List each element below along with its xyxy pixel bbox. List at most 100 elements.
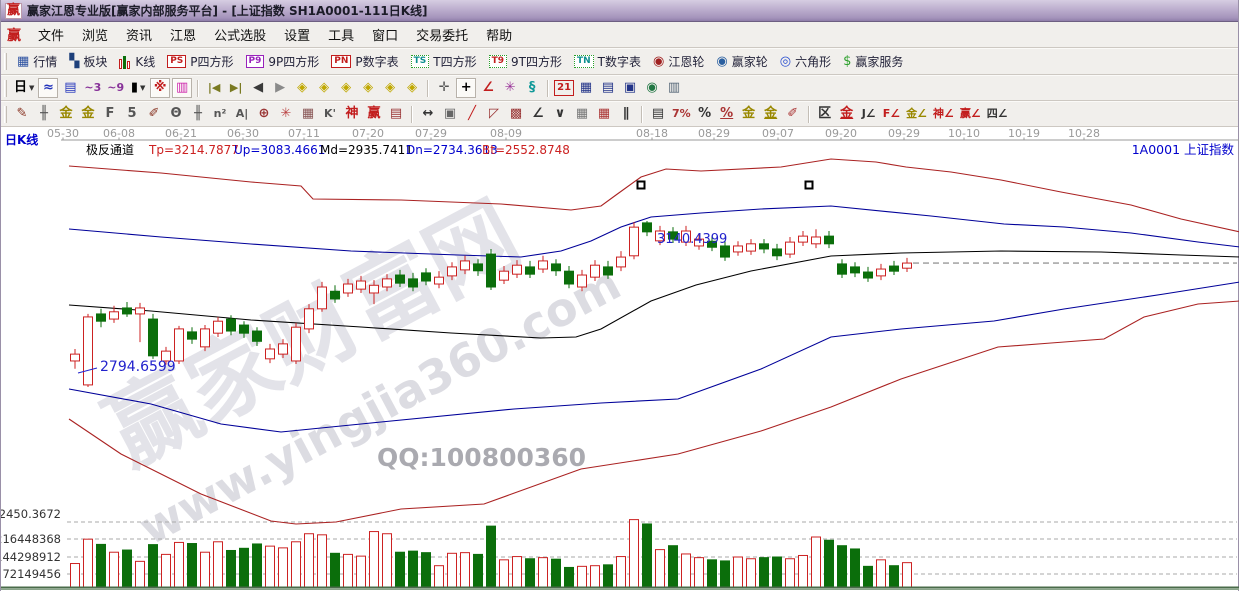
gold-red-tool[interactable]: 金 <box>837 104 857 124</box>
candle-style-button[interactable]: ▮▼ <box>128 78 148 98</box>
web-box-tool[interactable]: ▩ <box>506 104 526 124</box>
gold-angle-tool[interactable]: 金∠ <box>904 104 929 124</box>
kline-button[interactable]: K线 <box>114 52 160 71</box>
fan-box-tool[interactable]: ◸ <box>484 104 504 124</box>
hexagon-button[interactable]: ◎六角形 <box>775 52 836 71</box>
network-button[interactable]: ◉ <box>642 78 662 98</box>
info-panel-button[interactable]: ▤ <box>60 78 80 98</box>
qu-angle-tool[interactable]: 区 <box>815 104 835 124</box>
9p-square-button[interactable]: P99P四方形 <box>241 52 325 71</box>
zoom-in-button[interactable]: ◈ <box>314 78 334 98</box>
angle-measure-button[interactable]: ∠ <box>478 78 498 98</box>
expand-all-button[interactable]: ◈ <box>380 78 400 98</box>
hand-pan-button[interactable]: ✛ <box>434 78 454 98</box>
save-button[interactable]: ▣ <box>620 78 640 98</box>
menu-view[interactable]: 浏览 <box>73 22 117 47</box>
menu-tools[interactable]: 工具 <box>319 22 363 47</box>
compass-tool[interactable]: ⊕ <box>254 104 274 124</box>
f-angle-tool[interactable]: F∠ <box>881 104 902 124</box>
percent-table-tool[interactable]: ▤ <box>648 104 668 124</box>
time-cycle-tool[interactable]: Θ <box>166 104 186 124</box>
first-bar-button[interactable]: |◀ <box>204 78 224 98</box>
sectors-button[interactable]: ▚板块 <box>64 52 112 71</box>
wave-9-button[interactable]: ~9 <box>105 78 126 98</box>
volume-bar <box>708 560 717 587</box>
k-note-tool[interactable]: K' <box>320 104 340 124</box>
volume-bar <box>669 546 678 587</box>
workstation-button[interactable]: ▥ <box>664 78 684 98</box>
zigzag-pattern-button[interactable]: ≈ <box>38 78 58 98</box>
p-square-button[interactable]: PSP四方形 <box>162 52 238 71</box>
width-measure-tool[interactable]: ↔ <box>418 104 438 124</box>
kline-chart[interactable]: 赢家财富网www.yingjia360.com2450.367221644836… <box>1 127 1239 590</box>
notes-button[interactable]: ▤ <box>598 78 618 98</box>
shen-angle-tool[interactable]: 神∠ <box>931 104 956 124</box>
wave-3-button[interactable]: ~3 <box>82 78 103 98</box>
si-angle-tool[interactable]: 四∠ <box>985 104 1010 124</box>
percent-underline-tool[interactable]: % <box>717 104 737 124</box>
zoom-out-button[interactable]: ◈ <box>292 78 312 98</box>
percent-line-tool[interactable]: 7% <box>670 104 693 124</box>
last-bar-button[interactable]: ▶| <box>226 78 246 98</box>
fit-screen-button[interactable]: ◈ <box>402 78 422 98</box>
ruler-tool[interactable]: ▤ <box>386 104 406 124</box>
quotes-button[interactable]: ▦行情 <box>12 52 62 71</box>
gann-web-tool[interactable]: ✳ <box>276 104 296 124</box>
ying-angle-tool[interactable]: 赢∠ <box>958 104 983 124</box>
n-square-tool[interactable]: n² <box>210 104 230 124</box>
pen-knife-tool[interactable]: ✎ <box>12 104 32 124</box>
fib-levels-tool[interactable]: ╫ <box>34 104 54 124</box>
candle <box>799 236 808 242</box>
angle-fan-tool[interactable]: ∠ <box>528 104 548 124</box>
shen-tool[interactable]: 神 <box>342 104 362 124</box>
gann-wheel-button[interactable]: ◉江恩轮 <box>648 52 709 71</box>
flower-tool-button[interactable]: ✳ <box>500 78 520 98</box>
marker-pen-tool[interactable]: ✐ <box>783 104 803 124</box>
percent-tool[interactable]: % <box>695 104 715 124</box>
t-square-button[interactable]: TST四方形 <box>406 52 482 71</box>
fib-levels2-tool[interactable]: ╫ <box>188 104 208 124</box>
calendar-button[interactable]: 21 <box>554 80 574 96</box>
crosshair-button[interactable]: + <box>456 78 476 98</box>
title-bar[interactable]: 赢 赢家江恩专业版[赢家内部服务平台] - [上证指数 SH1A0001-111… <box>1 0 1238 22</box>
gold-levels2-tool[interactable]: 金 <box>78 104 98 124</box>
kline-period-button[interactable]: 日▼ <box>12 78 36 98</box>
ying-tool[interactable]: 赢 <box>364 104 384 124</box>
expand-horizontal-button[interactable]: ◈ <box>336 78 356 98</box>
menu-formula-picker[interactable]: 公式选股 <box>205 22 275 47</box>
mirror-tool[interactable]: A| <box>232 104 252 124</box>
menu-news[interactable]: 资讯 <box>117 22 161 47</box>
chip-distribution-button[interactable]: ※ <box>150 78 170 98</box>
t-number-button[interactable]: TNT数字表 <box>569 52 646 71</box>
menu-trade[interactable]: 交易委托 <box>407 22 477 47</box>
winner-wheel-button[interactable]: ◉赢家轮 <box>711 52 772 71</box>
compress-view-button[interactable]: ◈ <box>358 78 378 98</box>
menu-help[interactable]: 帮助 <box>477 22 521 47</box>
wave-v-tool[interactable]: ∨ <box>550 104 570 124</box>
calculator-button[interactable]: ▦ <box>576 78 596 98</box>
winner-service-button[interactable]: $赢家服务 <box>838 52 908 71</box>
knife2-tool[interactable]: ✐ <box>144 104 164 124</box>
next-page-button[interactable]: ▶ <box>270 78 290 98</box>
p-number-button[interactable]: PNP数字表 <box>326 52 403 71</box>
menu-settings[interactable]: 设置 <box>275 22 319 47</box>
9t-square-button[interactable]: T99T四方形 <box>484 52 567 71</box>
f-levels-tool[interactable]: F <box>100 104 120 124</box>
grid-gray-tool[interactable]: ▦ <box>572 104 592 124</box>
volume-profile-button[interactable]: ▥ <box>172 78 192 98</box>
gold-circle-tool[interactable]: 金 <box>739 104 759 124</box>
prev-page-button[interactable]: ◀ <box>248 78 268 98</box>
menu-file[interactable]: 文件 <box>29 22 73 47</box>
fan-lines-tool[interactable]: ╱ <box>462 104 482 124</box>
j-angle-tool[interactable]: J∠ <box>859 104 879 124</box>
gold-underline-tool[interactable]: 金 <box>761 104 781 124</box>
parallel-lines-tool[interactable]: ∥ <box>616 104 636 124</box>
box-range-tool[interactable]: ▣ <box>440 104 460 124</box>
gold-levels-tool[interactable]: 金 <box>56 104 76 124</box>
gann-grid-tool[interactable]: ▦ <box>298 104 318 124</box>
spiral5-tool[interactable]: 5 <box>122 104 142 124</box>
brain-tool-button[interactable]: § <box>522 78 542 98</box>
menu-window[interactable]: 窗口 <box>363 22 407 47</box>
menu-gann[interactable]: 江恩 <box>161 22 205 47</box>
grid-red-tool[interactable]: ▦ <box>594 104 614 124</box>
